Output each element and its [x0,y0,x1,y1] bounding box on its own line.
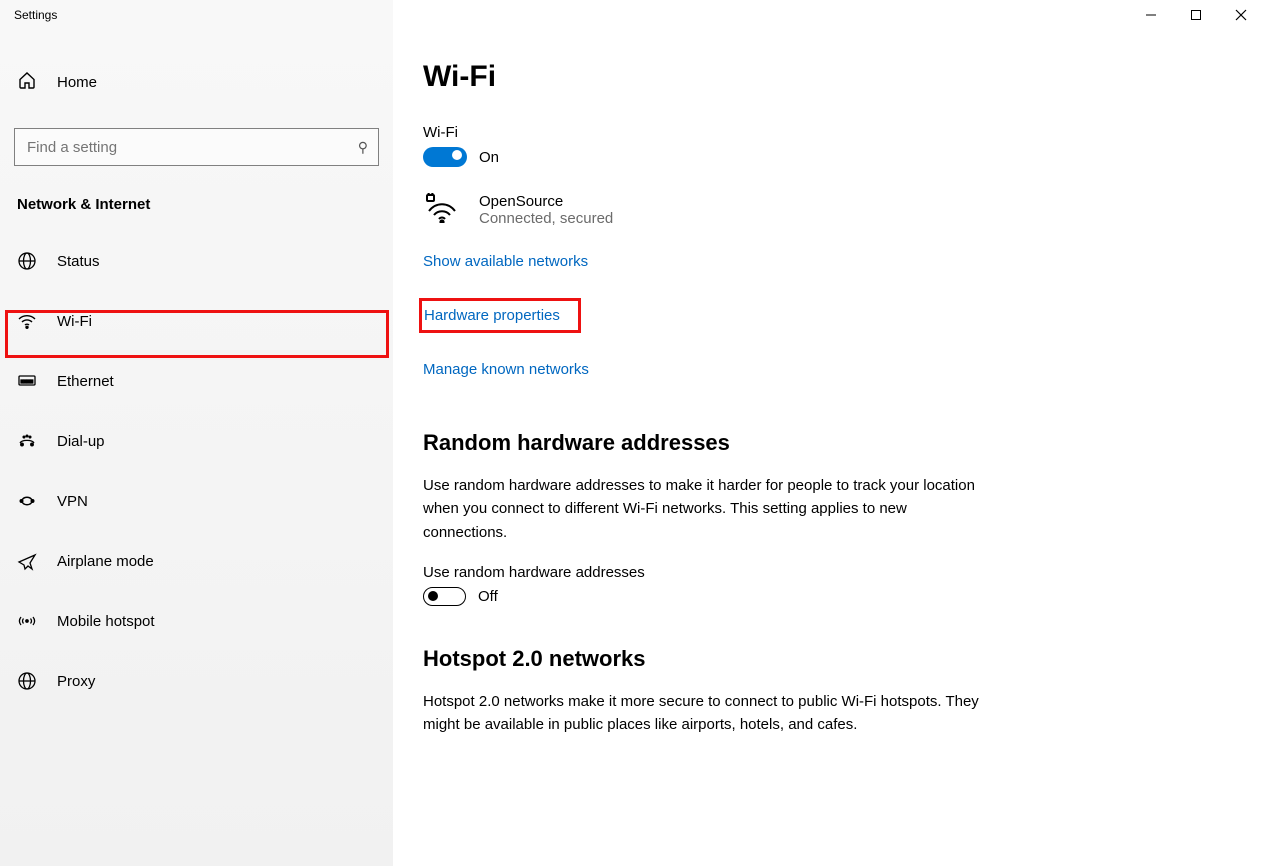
wifi-icon [17,311,37,331]
wifi-section-label: Wi-Fi [423,124,1233,141]
network-name: OpenSource [479,193,613,210]
wifi-toggle-label: On [479,149,499,166]
sidebar-item-dialup[interactable]: Dial-up [0,419,393,463]
sidebar-item-label: Status [57,253,100,270]
link-hardware-properties[interactable]: Hardware properties [424,307,560,324]
sidebar-item-label: Airplane mode [57,553,154,570]
sidebar-item-home[interactable]: Home [0,60,393,104]
sidebar-item-hotspot[interactable]: Mobile hotspot [0,599,393,643]
sidebar-item-label: Mobile hotspot [57,613,155,630]
random-addresses-toggle[interactable] [423,587,466,606]
link-show-available-networks[interactable]: Show available networks [423,253,588,270]
vpn-icon [17,491,37,511]
sidebar-nav-list: Status Wi-Fi [0,239,393,703]
sidebar-item-wifi[interactable]: Wi-Fi [0,299,393,343]
sidebar-item-label: Dial-up [57,433,105,450]
search-input[interactable] [25,138,358,157]
sidebar-item-label: Ethernet [57,373,114,390]
home-icon [17,70,37,94]
random-addresses-toggle-label: Off [478,588,498,605]
sidebar-section-title: Network & Internet [0,166,393,231]
home-label: Home [57,74,97,91]
wifi-toggle[interactable] [423,147,467,167]
sidebar-item-ethernet[interactable]: Ethernet [0,359,393,403]
sidebar-item-status[interactable]: Status [0,239,393,283]
main-content: Wi-Fi Wi-Fi On OpenSource Connected, sec… [393,0,1263,866]
sidebar-item-vpn[interactable]: VPN [0,479,393,523]
hotspot-heading: Hotspot 2.0 networks [423,646,1233,672]
hotspot-icon [17,611,37,631]
connected-network[interactable]: OpenSource Connected, secured [423,193,1233,227]
hotspot-description: Hotspot 2.0 networks make it more secure… [423,690,983,737]
page-title: Wi-Fi [423,60,1233,94]
search-icon: ⚲ [358,139,368,156]
annotation-highlight-hardware-properties: Hardware properties [419,298,581,333]
network-status: Connected, secured [479,210,613,227]
random-addresses-toggle-row: Off [423,587,1233,606]
window-title: Settings [0,8,57,22]
sidebar: Home ⚲ Network & Internet Status [0,0,393,866]
sidebar-item-proxy[interactable]: Proxy [0,659,393,703]
ethernet-icon [17,371,37,391]
sidebar-item-label: Wi-Fi [57,313,92,330]
random-addresses-heading: Random hardware addresses [423,430,1233,456]
random-addresses-toggle-caption: Use random hardware addresses [423,564,1233,581]
sidebar-item-label: Proxy [57,673,95,690]
wifi-toggle-row: On [423,147,1233,167]
dialup-icon [17,431,37,451]
sidebar-item-airplane[interactable]: Airplane mode [0,539,393,583]
airplane-icon [17,551,37,571]
link-manage-known-networks[interactable]: Manage known networks [423,361,589,378]
proxy-icon [17,671,37,691]
search-input-wrapper[interactable]: ⚲ [14,128,379,166]
sidebar-item-label: VPN [57,493,88,510]
status-icon [17,251,37,271]
random-addresses-description: Use random hardware addresses to make it… [423,474,983,544]
wifi-secured-icon [423,193,461,227]
